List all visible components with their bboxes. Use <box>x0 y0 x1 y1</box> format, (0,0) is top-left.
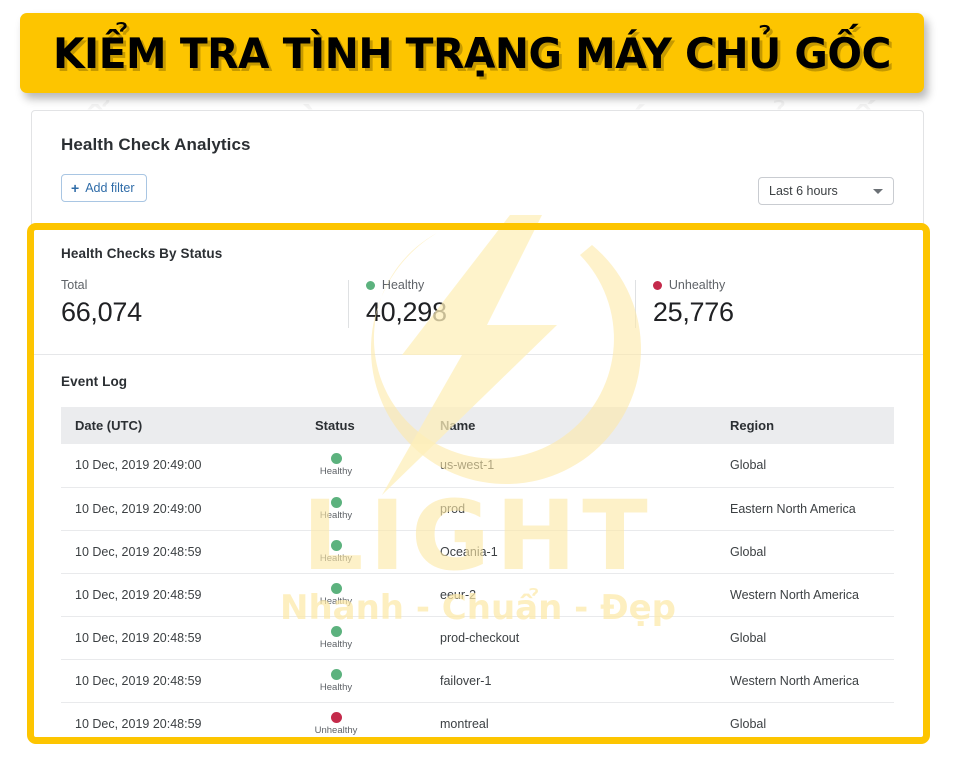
cell-region: Global <box>716 444 894 488</box>
stat-healthy-label: Healthy <box>365 278 635 292</box>
status-label: Healthy <box>319 509 353 521</box>
table-row[interactable]: 10 Dec, 2019 20:48:59 Healthy failover-1 We… <box>61 659 894 703</box>
status-indicator: Healthy <box>315 539 357 564</box>
status-label: Healthy <box>319 595 353 607</box>
table-row[interactable]: 10 Dec, 2019 20:48:59 Healthy prod-checkou… <box>61 616 894 660</box>
stat-unhealthy: Unhealthy 25,776 <box>634 278 894 328</box>
event-log-body: 10 Dec, 2019 20:49:00 Healthy us-west-1 Glo… <box>61 444 894 739</box>
unhealthy-status-dot-icon <box>330 711 342 723</box>
healthy-status-dot-icon <box>330 496 342 508</box>
stat-total-value: 66,074 <box>61 297 142 327</box>
status-indicator: Healthy <box>315 453 357 477</box>
cell-name: Oceania-1 <box>426 530 716 574</box>
time-range-value: Last 6 hours <box>769 184 838 198</box>
healthy-status-dot-icon <box>330 625 342 637</box>
cell-name: us-west-1 <box>426 444 716 488</box>
stat-healthy-label-text: Healthy <box>381 278 425 292</box>
cell-date: 10 Dec, 2019 20:48:59 <box>61 530 301 574</box>
stat-unhealthy-label: Unhealthy <box>652 278 894 292</box>
column-header-date[interactable]: Date (UTC) <box>61 407 301 444</box>
time-range-select[interactable]: Last 6 hours <box>758 177 894 205</box>
table-row[interactable]: 10 Dec, 2019 20:48:59 Healthy Oceania-1 Glo… <box>61 530 894 574</box>
table-header-row: Date (UTC) Status Name Region <box>61 407 894 444</box>
cell-name: eeur-2 <box>426 573 716 617</box>
status-indicator: Healthy <box>315 496 357 521</box>
status-label: Healthy <box>319 681 353 693</box>
add-filter-label: Add filter <box>85 181 135 195</box>
cell-status: Healthy <box>301 573 426 617</box>
healthy-status-dot-icon <box>330 668 342 680</box>
table-row[interactable]: 10 Dec, 2019 20:49:00 Healthy prod Eastern … <box>61 487 894 531</box>
status-indicator: Healthy <box>315 582 357 607</box>
cell-region: Western North America <box>716 659 894 703</box>
cell-region: Global <box>716 530 894 574</box>
stat-healthy: Healthy 40,298 <box>347 278 635 328</box>
cell-name: montreal <box>440 716 489 731</box>
status-label: Healthy <box>319 466 353 478</box>
cell-region: Global <box>730 716 767 731</box>
status-label: Healthy <box>319 638 353 650</box>
event-log-header: Date (UTC) Status Name Region <box>61 407 894 444</box>
event-log-title: Event Log <box>61 374 128 389</box>
chevron-down-icon <box>873 188 883 194</box>
screenshot-root: KIỂM TRA TÌNH TRẠNG MÁY CHỦ GỐC KIỂM TRA… <box>0 0 956 764</box>
unhealthy-status-dot-icon <box>652 280 662 290</box>
stat-unhealthy-value: 25,776 <box>652 297 734 327</box>
status-label: Unhealthy <box>314 724 358 736</box>
card-header: Health Check Analytics + Add filter Last… <box>32 111 923 224</box>
status-indicator: Healthy <box>315 625 357 650</box>
table-row[interactable]: 10 Dec, 2019 20:48:59 Healthy eeur-2 Wester… <box>61 573 894 617</box>
stat-total-label: Total <box>61 278 348 292</box>
cell-status: Healthy <box>301 487 426 531</box>
cell-name: prod <box>426 487 716 531</box>
cell-region: Global <box>716 616 894 660</box>
cell-status: Healthy <box>301 444 426 488</box>
add-filter-button[interactable]: + Add filter <box>61 174 147 202</box>
stat-total: Total 66,074 <box>61 278 348 328</box>
cell-date: 10 Dec, 2019 20:48:59 <box>61 659 301 703</box>
health-status-title: Health Checks By Status <box>61 246 223 261</box>
health-status-section: Health Checks By Status Total 66,074 Hea… <box>32 225 923 354</box>
analytics-card: Health Check Analytics + Add filter Last… <box>31 110 924 740</box>
cell-date: 10 Dec, 2019 20:48:59 <box>61 573 301 617</box>
cell-region: Western North America <box>716 573 894 617</box>
cell-date: 10 Dec, 2019 20:48:59 <box>61 616 301 660</box>
cell-region: Eastern North America <box>716 487 894 531</box>
plus-icon: + <box>71 180 80 196</box>
cell-name: failover-1 <box>426 659 716 703</box>
column-header-name[interactable]: Name <box>426 407 716 444</box>
cell-date: 10 Dec, 2019 20:49:00 <box>61 444 301 488</box>
table-row[interactable]: 10 Dec, 2019 20:49:00 Healthy us-west-1 Glo… <box>61 444 894 488</box>
stat-healthy-value: 40,298 <box>365 297 447 327</box>
stat-total-label-text: Total <box>61 278 88 292</box>
stat-unhealthy-label-text: Unhealthy <box>668 278 726 292</box>
banner-title: KIỂM TRA TÌNH TRẠNG MÁY CHỦ GỐC <box>53 28 891 78</box>
event-log-section: Event Log Date (UTC) Status Name Region … <box>32 355 923 739</box>
cell-date: 10 Dec, 2019 20:48:59 <box>75 716 202 731</box>
cell-date: 10 Dec, 2019 20:49:00 <box>61 487 301 531</box>
healthy-status-dot-icon <box>365 280 375 290</box>
cell-status: Unhealthy <box>301 702 426 739</box>
stats-row: Total 66,074 Healthy 40,298 Unhealthy 25… <box>61 278 894 328</box>
cell-name: prod-checkout <box>426 616 716 660</box>
status-label: Healthy <box>319 552 353 564</box>
page-title: Health Check Analytics <box>61 135 251 154</box>
table-row[interactable]: 10 Dec, 2019 20:48:59 Unhealthy montreal Gl… <box>61 702 894 739</box>
cell-status: Healthy <box>301 616 426 660</box>
status-indicator: Unhealthy <box>314 711 358 736</box>
healthy-status-dot-icon <box>330 539 342 551</box>
status-indicator: Healthy <box>315 668 357 693</box>
column-header-region[interactable]: Region <box>716 407 894 444</box>
event-log-table: Date (UTC) Status Name Region 10 Dec, 20… <box>61 407 894 739</box>
cell-status: Healthy <box>301 530 426 574</box>
title-banner: KIỂM TRA TÌNH TRẠNG MÁY CHỦ GỐC <box>20 13 924 93</box>
cell-status: Healthy <box>301 659 426 703</box>
column-header-status[interactable]: Status <box>301 407 426 444</box>
healthy-status-dot-icon <box>330 453 342 465</box>
healthy-status-dot-icon <box>330 582 342 594</box>
